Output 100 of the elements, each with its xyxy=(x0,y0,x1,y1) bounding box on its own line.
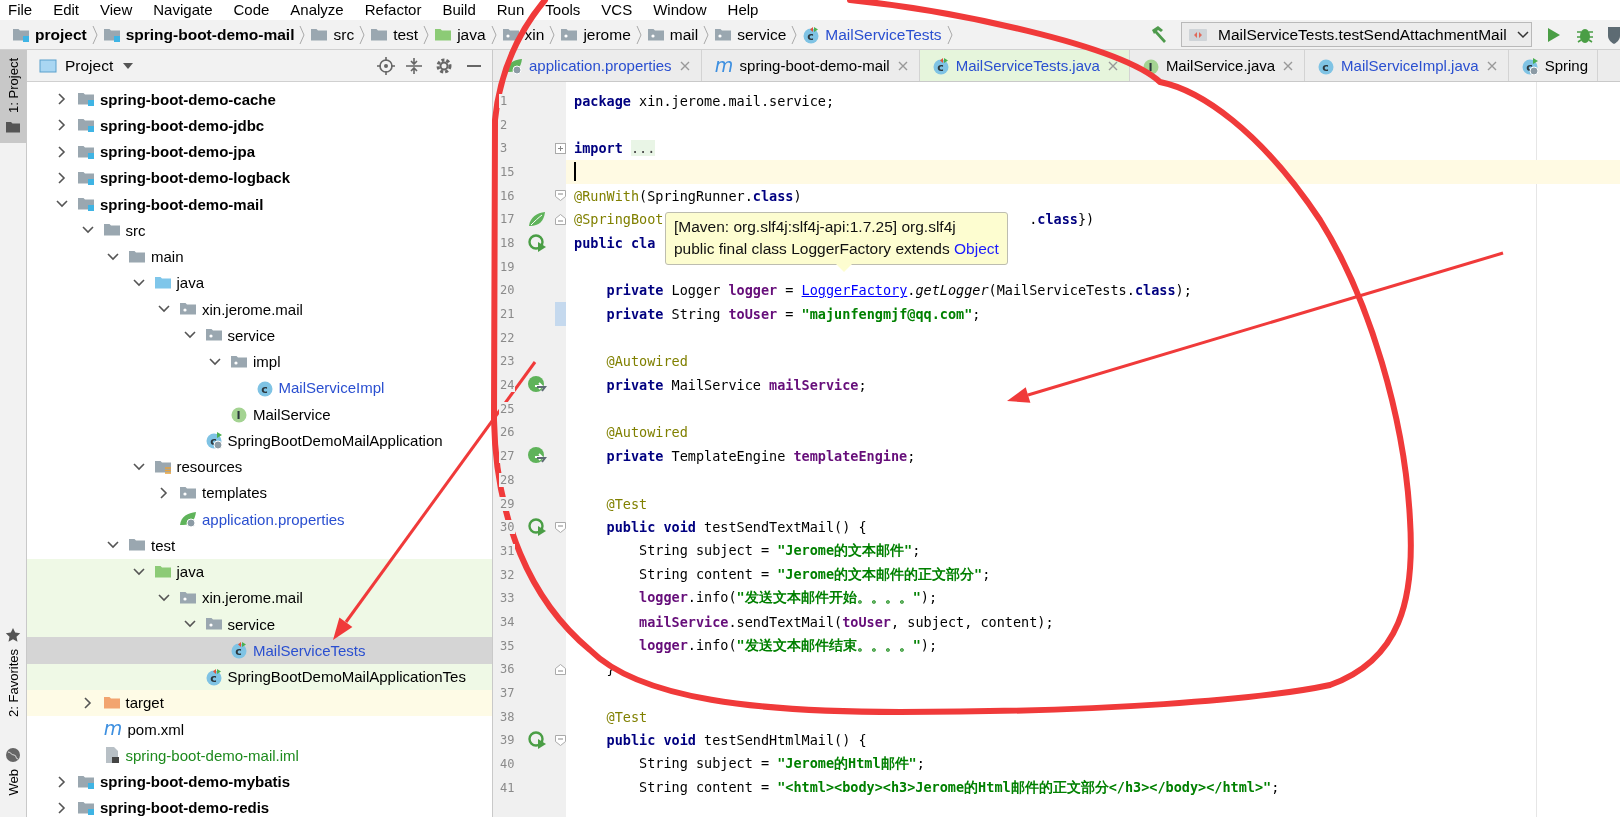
menu-item[interactable]: VCS xyxy=(601,0,633,20)
menu-item[interactable]: Tools xyxy=(545,0,581,20)
breadcrumb-item[interactable]: project xyxy=(10,25,89,44)
tool-window-button[interactable]: 2: Favorites xyxy=(0,618,26,725)
tree-item[interactable]: templates xyxy=(27,479,492,506)
tree-item[interactable]: c MailServiceImpl xyxy=(27,374,492,401)
run-configuration-dropdown[interactable]: MailServiceTests.testSendAttachmentMail xyxy=(1181,22,1532,47)
breadcrumb-item[interactable]: jerome xyxy=(558,25,633,44)
line-number: 27 xyxy=(499,449,516,464)
breadcrumb-item[interactable]: java xyxy=(432,25,488,44)
line-number: 38 xyxy=(499,709,516,724)
tree-item[interactable]: I MailService xyxy=(27,401,492,428)
editor-tab[interactable]: c MailServiceImpl.java xyxy=(1305,50,1509,81)
menu-item[interactable]: View xyxy=(100,0,133,20)
code-line: @Autowired xyxy=(606,424,688,441)
menu-item[interactable]: Navigate xyxy=(153,0,213,20)
tree-item[interactable]: service xyxy=(27,322,492,349)
tree-item[interactable]: target xyxy=(27,689,492,716)
fold-marker-icon[interactable] xyxy=(555,734,566,746)
run-test-icon[interactable] xyxy=(527,517,547,538)
tree-item[interactable]: impl xyxy=(27,348,492,375)
menu-item[interactable]: Edit xyxy=(53,0,80,20)
breadcrumb-item[interactable]: spring-boot-demo-mail xyxy=(100,25,297,44)
chevron-icon[interactable] xyxy=(132,565,145,578)
editor-tab[interactable]: m spring-boot-demo-mail xyxy=(701,50,920,81)
menu-item[interactable]: Window xyxy=(653,0,707,20)
chevron-icon[interactable] xyxy=(132,460,145,473)
tree-item[interactable]: spring-boot-demo-mail xyxy=(27,191,492,218)
chevron-icon[interactable] xyxy=(209,355,221,368)
tree-item[interactable]: spring-boot-demo-mybatis xyxy=(27,768,492,795)
class-icon: c xyxy=(204,667,223,686)
chevron-icon[interactable] xyxy=(107,250,119,263)
chevron-icon[interactable] xyxy=(56,775,68,788)
breadcrumb-item[interactable]: xin xyxy=(499,25,547,44)
breadcrumb-item[interactable]: mail xyxy=(644,25,701,44)
breadcrumb-separator-icon xyxy=(946,24,953,45)
menu-item[interactable]: Build xyxy=(442,0,476,20)
code-link[interactable]: LoggerFactory xyxy=(801,282,908,299)
tree-item[interactable]: xin.jerome.mail xyxy=(27,296,492,323)
breadcrumb-item[interactable]: src xyxy=(308,25,357,44)
menu-item[interactable]: Analyze xyxy=(290,0,344,20)
tree-item[interactable]: resources xyxy=(27,453,492,480)
code-line: private MailService mailService; xyxy=(606,377,867,394)
tree-item[interactable]: main xyxy=(27,243,492,270)
chevron-icon[interactable] xyxy=(132,276,145,289)
collapse-all-icon[interactable] xyxy=(404,55,424,76)
run-test-icon[interactable] xyxy=(527,730,547,751)
menu-item[interactable]: Help xyxy=(727,0,759,20)
menu-item[interactable]: Code xyxy=(233,0,270,20)
tree-item[interactable]: spring-boot-demo-redis xyxy=(27,794,492,817)
editor-tab[interactable]: application.properties xyxy=(493,50,702,81)
line-number: 35 xyxy=(499,638,516,653)
tree-item[interactable]: m pom.xml xyxy=(27,716,492,743)
breadcrumb-item[interactable]: c MailServiceTests xyxy=(800,25,944,44)
locate-icon[interactable] xyxy=(376,55,396,76)
tree-item[interactable]: spring-boot-demo-mail.iml xyxy=(27,742,492,769)
code-line: String content = "Jerome的文本邮件的正文部分"; xyxy=(639,565,991,584)
tree-item[interactable]: spring-boot-demo-jpa xyxy=(27,138,492,165)
editor-tab[interactable]: I MailService.java xyxy=(1129,50,1306,81)
fold-marker-icon[interactable] xyxy=(555,213,566,225)
menu-item[interactable]: Refactor xyxy=(364,0,422,20)
tree-item[interactable]: spring-boot-demo-logback xyxy=(27,164,492,191)
tree-item[interactable]: test xyxy=(27,532,492,559)
code-line: @SpringBoot xyxy=(574,211,664,228)
chevron-icon[interactable] xyxy=(81,696,94,709)
tree-item[interactable]: src xyxy=(27,217,492,244)
code-line: private String toUser = "majunfengmjf@qq.com"; xyxy=(606,306,981,323)
chevron-icon[interactable] xyxy=(56,145,68,158)
caret-icon xyxy=(1516,30,1529,39)
run-test-icon[interactable] xyxy=(527,232,547,253)
tree-item[interactable]: service xyxy=(27,611,492,638)
panel-icon xyxy=(39,57,57,74)
chevron-icon[interactable] xyxy=(158,486,170,499)
fold-marker-icon[interactable] xyxy=(555,190,566,202)
tree-item[interactable]: java xyxy=(27,558,492,585)
tree-item[interactable]: application.properties xyxy=(27,506,492,533)
tree-item[interactable]: c SpringBootDemoMailApplicationTes xyxy=(27,663,492,690)
chevron-icon[interactable] xyxy=(56,93,68,106)
menu-item[interactable]: File xyxy=(8,0,33,20)
breadcrumb-item[interactable]: service xyxy=(712,25,789,44)
breadcrumb-item[interactable]: test xyxy=(368,25,421,44)
tool-window-button[interactable]: 1: Project xyxy=(0,50,26,143)
chevron-icon[interactable] xyxy=(56,119,68,132)
fold-marker-icon[interactable] xyxy=(555,663,566,675)
tree-item[interactable]: c MailServiceTests xyxy=(27,637,492,664)
chevron-icon[interactable] xyxy=(158,591,170,604)
chevron-icon[interactable] xyxy=(56,171,68,184)
chevron-icon[interactable] xyxy=(56,801,68,814)
editor-tab[interactable]: c MailServiceTests.java xyxy=(919,50,1130,81)
tree-item[interactable]: java xyxy=(27,269,492,296)
tree-item[interactable]: spring-boot-demo-jdbc xyxy=(27,112,492,139)
menu-item[interactable]: Run xyxy=(496,0,525,20)
fold-marker-icon[interactable] xyxy=(555,521,566,533)
breadcrumb-separator-icon xyxy=(423,24,430,45)
type-link[interactable]: Object xyxy=(954,240,999,257)
fold-marker-icon[interactable] xyxy=(555,142,566,154)
tree-item[interactable]: xin.jerome.mail xyxy=(27,584,492,611)
view-selector[interactable]: Project xyxy=(65,56,134,75)
tool-window-button[interactable]: Web xyxy=(0,738,26,803)
tree-item[interactable]: spring-boot-demo-cache xyxy=(27,86,492,113)
